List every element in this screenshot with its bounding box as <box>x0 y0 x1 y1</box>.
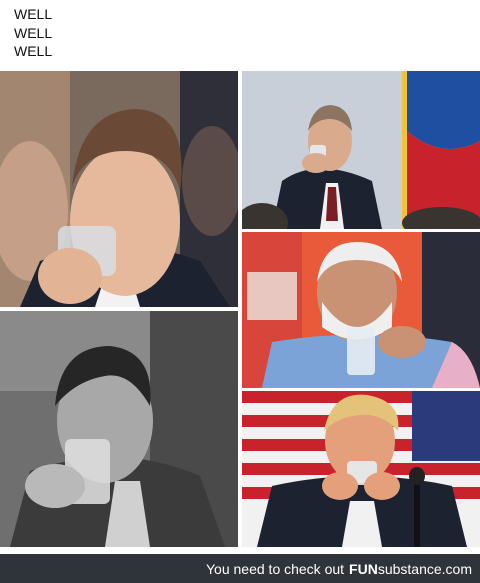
photo-bottom-left <box>0 311 238 547</box>
photo-top-right-illustration <box>242 71 480 229</box>
caption-line: WELL <box>14 6 53 22</box>
photo-top-right <box>242 71 480 229</box>
photo-bottom-right <box>242 391 480 547</box>
photo-middle-right <box>242 232 480 388</box>
caption-line: WELL <box>14 24 53 41</box>
meme-caption: WELL WELL WELL <box>14 5 52 61</box>
watermark-footer: You need to check out FUN substance.com <box>0 554 480 583</box>
footer-message: You need to check out <box>206 560 345 577</box>
photo-bottom-right-illustration <box>242 391 480 547</box>
footer-brand-bold: FUN <box>349 560 378 577</box>
caption-line: WELL <box>14 43 53 59</box>
footer-brand-rest: substance.com <box>377 560 472 577</box>
photo-middle-right-illustration <box>242 232 480 388</box>
photo-top-left-illustration <box>0 71 238 307</box>
photo-top-left <box>0 71 238 307</box>
photo-bottom-left-illustration <box>0 311 238 547</box>
